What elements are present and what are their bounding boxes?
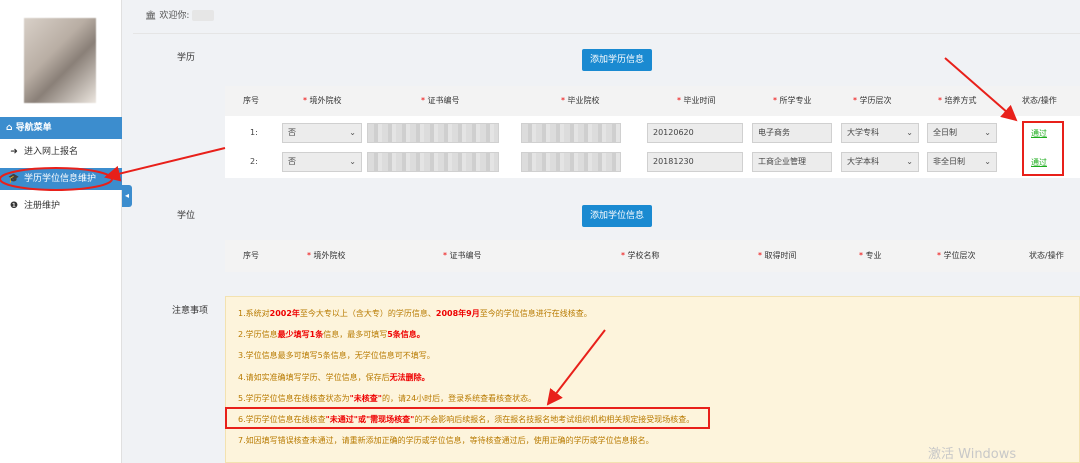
cert-number-input[interactable] bbox=[367, 123, 499, 143]
username-masked bbox=[192, 10, 215, 21]
notice-line-7: 7.如因填写错误核查未通过，请重新添加正确的学历或学位信息，等待核查通过后，使用… bbox=[238, 436, 654, 445]
education-table-header: 序号 * 境外院校 * 证书编号 * 毕业院校 * 毕业时间 * 所学专业 * … bbox=[225, 86, 1080, 116]
school-input[interactable] bbox=[521, 123, 621, 143]
avatar bbox=[24, 18, 96, 103]
bank-icon: 🏛 bbox=[145, 11, 157, 21]
col-cert-number: * 证书编号 bbox=[443, 251, 482, 260]
chevron-down-icon: ⌄ bbox=[349, 157, 356, 166]
home-icon: ⌂ bbox=[6, 123, 16, 133]
sidebar-item-online-registration[interactable]: ➜ 进入网上报名 bbox=[0, 141, 122, 163]
col-degree-level: * 学位层次 bbox=[937, 251, 976, 260]
col-obtain-time: * 取得时间 bbox=[758, 251, 797, 260]
col-school-name: * 学校名称 bbox=[621, 251, 660, 260]
major-input[interactable]: 工商企业管理 bbox=[752, 152, 832, 172]
col-major: * 所学专业 bbox=[773, 96, 812, 105]
col-index: 序号 bbox=[243, 96, 259, 105]
col-school: * 毕业院校 bbox=[561, 96, 600, 105]
graduation-cap-icon: 🎓 bbox=[8, 174, 20, 184]
arrow-to-sidebar bbox=[104, 147, 226, 182]
col-mode: * 培养方式 bbox=[938, 96, 977, 105]
education-section-label: 学历 bbox=[177, 53, 196, 63]
col-status: 状态/操作 bbox=[1022, 96, 1057, 105]
notice-box: 1.系统对2002年至今大专以上（含大专）的学历信息、2008年9月至今的学位信… bbox=[225, 296, 1080, 463]
overseas-select[interactable]: 否 ⌄ bbox=[282, 152, 362, 172]
sign-in-icon: ➜ bbox=[10, 147, 18, 157]
notice-line-1: 1.系统对2002年至今大专以上（含大专）的学历信息、2008年9月至今的学位信… bbox=[238, 309, 592, 318]
major-input[interactable]: 电子商务 bbox=[752, 123, 832, 143]
sidebar-item-registration-maintenance[interactable]: ❶ 注册维护 bbox=[0, 195, 122, 217]
chevron-down-icon: ⌄ bbox=[349, 128, 356, 137]
col-overseas: * 境外院校 bbox=[303, 96, 342, 105]
col-grad-time: * 毕业时间 bbox=[677, 96, 716, 105]
divider bbox=[133, 33, 1080, 34]
notice-highlight-box bbox=[225, 407, 710, 429]
add-degree-button[interactable]: 添加学位信息 bbox=[582, 205, 653, 227]
info-icon: ❶ bbox=[9, 201, 19, 211]
chevron-down-icon: ⌄ bbox=[906, 128, 913, 137]
nav-header: ⌂ 导航菜单 bbox=[0, 117, 122, 139]
sidebar-item-education-info[interactable]: 🎓 学历学位信息维护 bbox=[0, 168, 122, 190]
windows-activation-watermark: 激活 Windows bbox=[928, 447, 1017, 462]
chevron-down-icon: ⌄ bbox=[984, 157, 991, 166]
education-table: 序号 * 境外院校 * 证书编号 * 毕业院校 * 毕业时间 * 所学专业 * … bbox=[225, 86, 1080, 178]
sidebar-collapse-toggle[interactable]: ◂ bbox=[122, 185, 132, 207]
col-overseas: * 境外院校 bbox=[307, 251, 346, 260]
add-education-button[interactable]: 添加学历信息 bbox=[582, 49, 653, 71]
grad-time-input[interactable]: 20181230 bbox=[647, 152, 743, 172]
level-select[interactable]: 大学专科 ⌄ bbox=[841, 123, 919, 143]
mode-select[interactable]: 全日制 ⌄ bbox=[927, 123, 997, 143]
notice-line-5: 5.学历学位信息在线核查状态为"未核查"的，请24小时后，登录系统查看核查状态。 bbox=[238, 394, 537, 403]
col-cert-number: * 证书编号 bbox=[421, 96, 460, 105]
notice-section-label: 注意事项 bbox=[172, 306, 209, 316]
chevron-down-icon: ⌄ bbox=[906, 157, 913, 166]
notice-line-2: 2.学历信息最少填写1条信息，最多可填写5条信息。 bbox=[238, 330, 425, 339]
degree-section-label: 学位 bbox=[177, 211, 196, 221]
chevron-down-icon: ⌄ bbox=[984, 128, 991, 137]
degree-table-header: 序号 * 境外院校 * 证书编号 * 学校名称 * 取得时间 * 专业 * 学位… bbox=[225, 240, 1080, 272]
grad-time-input[interactable]: 20120620 bbox=[647, 123, 743, 143]
notice-line-4: 4.请如实准确填写学历、学位信息，保存后无法删除。 bbox=[238, 373, 430, 382]
row-index: 1: bbox=[250, 128, 258, 137]
status-highlight-box bbox=[1022, 121, 1064, 176]
col-index: 序号 bbox=[243, 251, 259, 260]
welcome-text: 🏛 欢迎你: bbox=[145, 8, 215, 21]
notice-line-3: 3.学位信息最多可填写5条信息，无学位信息可不填写。 bbox=[238, 351, 435, 360]
col-major: * 专业 bbox=[859, 251, 882, 260]
overseas-select[interactable]: 否 ⌄ bbox=[282, 123, 362, 143]
cert-number-input[interactable] bbox=[367, 152, 499, 172]
degree-table: 序号 * 境外院校 * 证书编号 * 学校名称 * 取得时间 * 专业 * 学位… bbox=[225, 240, 1080, 272]
level-select[interactable]: 大学本科 ⌄ bbox=[841, 152, 919, 172]
sidebar: ⌂ 导航菜单 ➜ 进入网上报名 🎓 学历学位信息维护 ❶ 注册维护 bbox=[0, 0, 122, 463]
col-level: * 学历层次 bbox=[853, 96, 892, 105]
col-status: 状态/操作 bbox=[1029, 251, 1064, 260]
row-index: 2: bbox=[250, 157, 258, 166]
school-input[interactable] bbox=[521, 152, 621, 172]
mode-select[interactable]: 非全日制 ⌄ bbox=[927, 152, 997, 172]
